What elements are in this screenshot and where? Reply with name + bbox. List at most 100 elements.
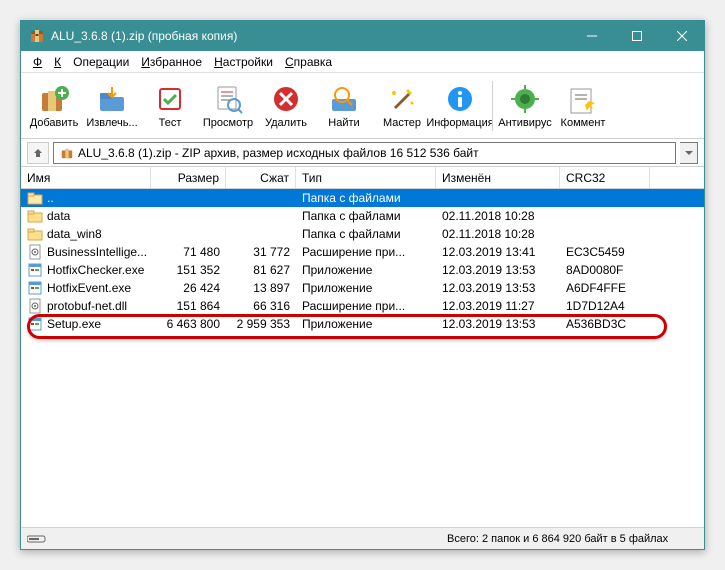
list-row[interactable]: HotfixEvent.exe26 42413 897Приложение12.…: [21, 279, 704, 297]
list-row[interactable]: protobuf-net.dll 151 86466 316Расширение …: [21, 297, 704, 315]
file-name: BusinessIntellige...: [47, 245, 147, 259]
comment-label: Коммент: [561, 117, 606, 129]
toolbar-separator: [492, 81, 493, 131]
menu-settings[interactable]: Настройки: [208, 53, 279, 71]
file-packed: 31 772: [226, 245, 296, 259]
file-type: Папка с файлами: [296, 191, 436, 205]
extract-button[interactable]: Извлечь...: [83, 76, 141, 136]
file-icon: [27, 190, 43, 206]
list-row[interactable]: Setup.exe 6 463 8002 959 353Приложение12.…: [21, 315, 704, 333]
find-button[interactable]: Найти: [315, 76, 373, 136]
list-row[interactable]: .. Папка с файлами: [21, 189, 704, 207]
file-name: HotfixChecker.exe: [47, 263, 144, 277]
menu-commands[interactable]: К: [48, 53, 67, 71]
test-button[interactable]: Тест: [141, 76, 199, 136]
file-name: protobuf-net.dll: [47, 299, 127, 313]
statusbar: Всего: 2 папок и 6 864 920 байт в 5 файл…: [21, 527, 704, 549]
path-display[interactable]: ALU_3.6.8 (1).zip - ZIP архив, размер ис…: [53, 142, 676, 164]
file-type: Папка с файлами: [296, 227, 436, 241]
comment-button[interactable]: Коммент: [554, 76, 612, 136]
file-name: Setup.exe: [47, 317, 101, 331]
menu-file[interactable]: Ф: [27, 53, 48, 71]
status-left: [27, 534, 167, 544]
column-type[interactable]: Тип: [296, 167, 436, 188]
column-crc[interactable]: CRC32: [560, 167, 650, 188]
file-type: Приложение: [296, 263, 436, 277]
test-label: Тест: [159, 117, 182, 129]
pathbar: ALU_3.6.8 (1).zip - ZIP архив, размер ис…: [21, 139, 704, 167]
file-modified: 12.03.2019 11:27: [436, 299, 560, 313]
file-modified: 02.11.2018 10:28: [436, 209, 560, 223]
file-modified: 12.03.2019 13:53: [436, 281, 560, 295]
antivirus-icon: [509, 83, 541, 115]
view-label: Просмотр: [203, 117, 253, 129]
list-row[interactable]: data_win8 Папка с файлами02.11.2018 10:28: [21, 225, 704, 243]
file-packed: 66 316: [226, 299, 296, 313]
file-size: 71 480: [151, 245, 226, 259]
file-icon: [27, 208, 43, 224]
file-size: 26 424: [151, 281, 226, 295]
file-packed: 2 959 353: [226, 317, 296, 331]
antivirus-button[interactable]: Антивирус: [496, 76, 554, 136]
path-dropdown-button[interactable]: [680, 142, 698, 164]
file-type: Приложение: [296, 281, 436, 295]
menu-operations[interactable]: Операции: [67, 53, 135, 71]
column-packed[interactable]: Сжат: [226, 167, 296, 188]
list-row[interactable]: BusinessIntellige... 71 48031 772Расширен…: [21, 243, 704, 261]
file-size: 6 463 800: [151, 317, 226, 331]
maximize-button[interactable]: [614, 21, 659, 51]
column-name[interactable]: Имя: [21, 167, 151, 188]
path-up-button[interactable]: [27, 142, 49, 164]
close-button[interactable]: [659, 21, 704, 51]
column-modified[interactable]: Изменён: [436, 167, 560, 188]
file-type: Расширение при...: [296, 245, 436, 259]
file-type: Приложение: [296, 317, 436, 331]
archive-icon: [60, 146, 74, 160]
column-size[interactable]: Размер: [151, 167, 226, 188]
add-icon: [38, 83, 70, 115]
file-crc: 1D7D12A4: [560, 299, 650, 313]
chevron-down-icon: [685, 149, 693, 157]
view-button[interactable]: Просмотр: [199, 76, 257, 136]
file-name: ..: [47, 191, 54, 205]
file-type: Расширение при...: [296, 299, 436, 313]
delete-label: Удалить: [265, 117, 307, 129]
file-list: Имя Размер Сжат Тип Изменён CRC32 .. Папк…: [21, 167, 704, 527]
wizard-label: Мастер: [383, 117, 421, 129]
file-packed: 81 627: [226, 263, 296, 277]
titlebar[interactable]: ALU_3.6.8 (1).zip (пробная копия): [21, 21, 704, 51]
menu-favorites[interactable]: Избранное: [135, 53, 208, 71]
antivirus-label: Антивирус: [498, 117, 551, 129]
file-crc: A536BD3C: [560, 317, 650, 331]
extract-label: Извлечь...: [86, 117, 137, 129]
test-icon: [154, 83, 186, 115]
delete-icon: [270, 83, 302, 115]
list-row[interactable]: HotfixChecker.exe151 35281 627Приложение…: [21, 261, 704, 279]
find-icon: [328, 83, 360, 115]
file-type: Папка с файлами: [296, 209, 436, 223]
wizard-icon: [386, 83, 418, 115]
file-modified: 12.03.2019 13:53: [436, 317, 560, 331]
list-row[interactable]: data Папка с файлами02.11.2018 10:28: [21, 207, 704, 225]
file-name: HotfixEvent.exe: [47, 281, 131, 295]
delete-button[interactable]: Удалить: [257, 76, 315, 136]
file-modified: 12.03.2019 13:53: [436, 263, 560, 277]
file-modified: 12.03.2019 13:41: [436, 245, 560, 259]
menu-help[interactable]: Справка: [279, 53, 338, 71]
file-name: data_win8: [47, 227, 102, 241]
file-size: 151 864: [151, 299, 226, 313]
window-controls: [569, 21, 704, 51]
file-name: data: [47, 209, 70, 223]
add-button[interactable]: Добавить: [25, 76, 83, 136]
file-icon: [27, 316, 43, 332]
find-label: Найти: [328, 117, 359, 129]
toolbar: Добавить Извлечь... Тест Просмотр Удалит…: [21, 73, 704, 139]
file-modified: 02.11.2018 10:28: [436, 227, 560, 241]
minimize-button[interactable]: [569, 21, 614, 51]
comment-icon: [567, 83, 599, 115]
wizard-button[interactable]: Мастер: [373, 76, 431, 136]
info-button[interactable]: Информация: [431, 76, 489, 136]
list-body[interactable]: ..Папка с файламиdataПапка с файлами02.1…: [21, 189, 704, 527]
view-icon: [212, 83, 244, 115]
file-icon: [27, 262, 43, 278]
